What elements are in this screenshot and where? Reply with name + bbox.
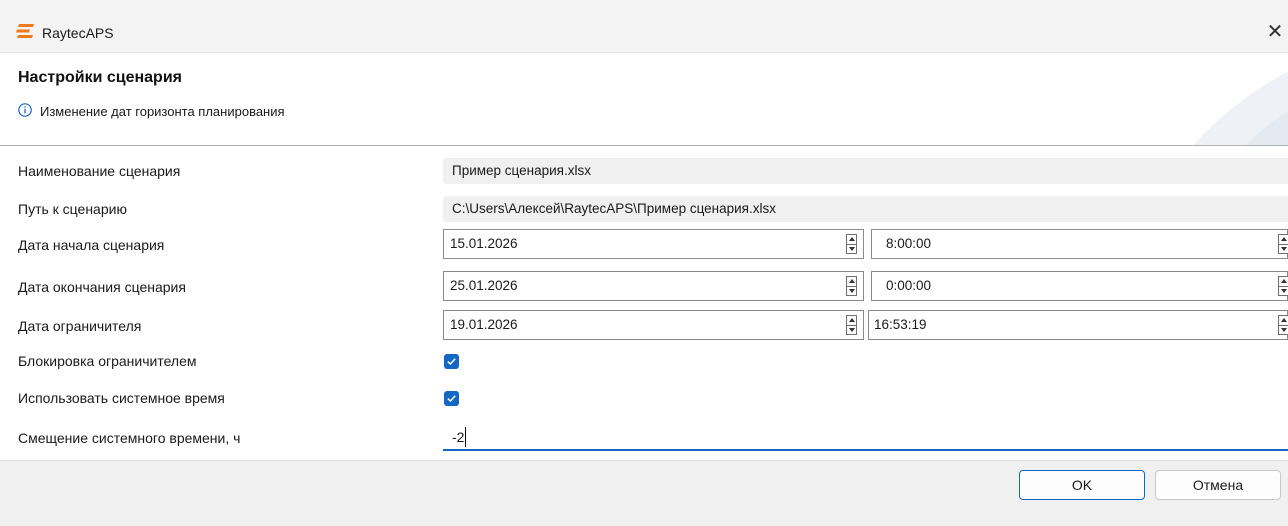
end-date-picker[interactable]: 25.01.2026 <box>443 271 864 301</box>
checkmark-icon <box>447 358 456 365</box>
system-time-offset-input[interactable]: -2 <box>443 425 1288 451</box>
raytec-logo-icon <box>16 24 34 38</box>
spin-up-icon <box>849 237 855 241</box>
spin-up-icon <box>1281 237 1287 241</box>
checkmark-icon <box>447 395 456 402</box>
title-bar: RaytecAPS ✕ <box>0 0 1288 53</box>
limiter-date-value: 19.01.2026 <box>450 317 518 332</box>
ok-button[interactable]: OK <box>1019 470 1145 500</box>
spin-up-icon <box>1281 318 1287 322</box>
lock-by-limiter-label: Блокировка ограничителем <box>18 353 197 369</box>
end-time-value: 0:00:00 <box>886 278 932 293</box>
start-date-label: Дата начала сценария <box>18 237 165 253</box>
limiter-time-value: 16:53:19 <box>874 317 927 332</box>
scenario-path-label: Путь к сценарию <box>18 201 127 217</box>
dialog-header: Настройки сценария Изменение дат горизон… <box>0 53 1288 145</box>
info-icon <box>18 103 32 117</box>
limiter-date-picker[interactable]: 19.01.2026 <box>443 310 864 340</box>
spin-down-icon <box>849 247 855 251</box>
spin-down-icon <box>1281 328 1287 332</box>
start-time-picker[interactable]: 8:00:00 <box>871 229 1288 259</box>
start-date-value: 15.01.2026 <box>450 236 518 251</box>
start-time-value: 8:00:00 <box>886 236 932 251</box>
header-divider <box>0 145 1288 146</box>
close-icon[interactable]: ✕ <box>1262 19 1288 45</box>
use-system-time-label: Использовать системное время <box>18 390 225 406</box>
dialog-title: Настройки сценария <box>18 69 182 86</box>
limiter-date-label: Дата ограничителя <box>18 318 142 334</box>
lock-by-limiter-checkbox[interactable] <box>444 354 459 369</box>
cancel-button[interactable]: Отмена <box>1155 470 1281 500</box>
start-date-spin-button[interactable] <box>846 234 857 254</box>
use-system-time-checkbox[interactable] <box>444 391 459 406</box>
window-title: RaytecAPS <box>42 25 114 41</box>
limiter-date-spin-button[interactable] <box>846 315 857 335</box>
limiter-time-picker[interactable]: 16:53:19 <box>868 310 1288 340</box>
end-time-spin-button[interactable] <box>1278 276 1288 296</box>
end-date-spin-button[interactable] <box>846 276 857 296</box>
spin-down-icon <box>849 289 855 293</box>
spin-up-icon <box>1281 279 1287 283</box>
end-date-label: Дата окончания сценария <box>18 279 186 295</box>
spin-down-icon <box>1281 289 1287 293</box>
scenario-name-label: Наименование сценария <box>18 163 181 179</box>
text-caret <box>465 427 466 447</box>
system-time-offset-label: Смещение системного времени, ч <box>18 430 241 446</box>
scenario-name-field: Пример сценария.xlsx <box>443 158 1288 184</box>
scenario-path-field: C:\Users\Алексей\RaytecAPS\Пример сценар… <box>443 196 1288 222</box>
start-date-picker[interactable]: 15.01.2026 <box>443 229 864 259</box>
system-time-offset-value: -2 <box>452 429 465 445</box>
header-decoration <box>1193 72 1288 145</box>
start-time-spin-button[interactable] <box>1278 234 1288 254</box>
end-time-picker[interactable]: 0:00:00 <box>871 271 1288 301</box>
spin-down-icon <box>1281 247 1287 251</box>
spin-up-icon <box>849 279 855 283</box>
spin-up-icon <box>849 318 855 322</box>
limiter-time-spin-button[interactable] <box>1278 315 1288 335</box>
end-date-value: 25.01.2026 <box>450 278 518 293</box>
dialog-footer: OK Отмена <box>0 460 1288 526</box>
spin-down-icon <box>849 328 855 332</box>
dialog-subtitle: Изменение дат горизонта планирования <box>40 104 285 119</box>
